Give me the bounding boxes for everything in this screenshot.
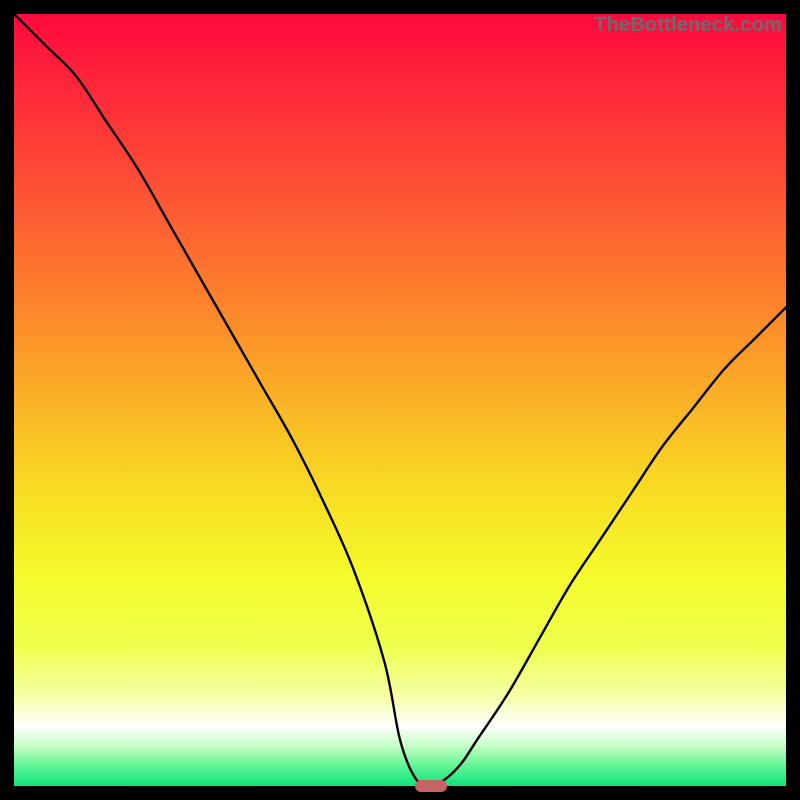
curve-line <box>14 14 786 786</box>
bottleneck-marker <box>415 780 447 792</box>
bottleneck-curve <box>14 14 786 786</box>
watermark-text: TheBottleneck.com <box>594 14 782 37</box>
chart-frame: TheBottleneck.com <box>14 14 786 786</box>
